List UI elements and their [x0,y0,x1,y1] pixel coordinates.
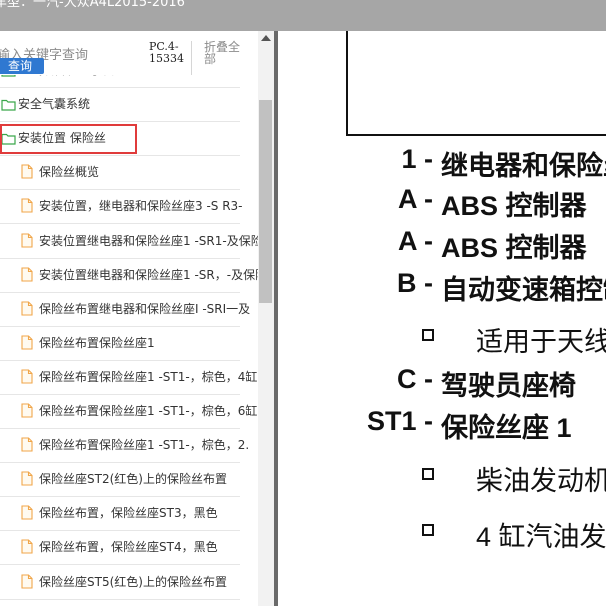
legend-text: 保险丝座 1 [441,413,572,443]
query-button[interactable]: 查询 [0,58,44,74]
legend-text: 继电器和保险丝座 [441,151,606,181]
tree-page-item[interactable]: 安装位置，继电器和保险丝座3 -S R3- [0,189,243,225]
window-title-bar: 车型：一汽-大众A4L2015-2016 [0,0,606,31]
tree-item-label: 保险丝布置继电器和保险丝座I -SRI一及 [39,301,251,316]
tree-item-label: 保险丝座ST2(红色)上的保险丝布置 [39,472,227,487]
selected-item-highlight [0,124,137,155]
legend-entry: 1 - 继电器和保险丝座 [278,144,606,181]
document-icon [21,198,33,217]
legend-text: ABS 控制器 [441,233,587,263]
legend-entry: A - ABS 控制器 [278,184,606,221]
document-icon [21,471,33,490]
tree-folder-item[interactable]: 安全气囊系统 [0,87,240,123]
document-icon [21,539,33,558]
document-icon [21,232,33,252]
tree-item-label: 保险丝概览 [39,165,100,180]
document-icon [21,573,33,593]
legend-key: C - [397,364,433,394]
sidebar-scrollbar[interactable] [258,31,274,606]
document-icon [21,403,33,422]
legend-subitem-text: 4 缸汽油发动机 [476,522,606,552]
tree-folder-item[interactable]: 电气设备和电子装置 [0,75,240,88]
doc-code: PC.4-15334 [149,40,184,65]
tree-item-label: 安装位置继电器和保险丝座1 -SR，-及保险丝 [39,267,258,282]
tree-item-label: 保险丝布置保险丝座1 -ST1-，棕色，2. [39,438,250,453]
legend-key: A - [398,184,433,214]
legend-key: B - [397,268,433,298]
legend-key: A - [398,226,433,256]
folder-icon [1,75,16,81]
document-icon [21,301,33,320]
legend-entry: A - ABS 控制器 [278,226,606,263]
tree-item-label: 保险丝布置保险丝座1 -ST1-，棕色，6缸 [39,404,258,418]
tree-page-item[interactable]: 保险丝布置保险丝座1 -ST1-，棕色，2. [0,428,249,464]
tree-page-item[interactable]: 保险丝布置保险丝座1 [0,326,240,361]
tree-item-label: 电气设备和电子装置 [18,75,126,78]
document-icon [21,335,33,354]
tree-item-label: 保险丝布置，保险丝座ST3，黑色 [39,506,218,521]
document-icon [21,267,33,286]
document-pane: 1 - 继电器和保险丝座 A - ABS 控制器 A - ABS 控制器 B - 自动变速箱控… [278,31,606,606]
legend-subitem-text: 适用于天线 [476,327,606,357]
legend-entry: ST1 - 保险丝座 1 [278,406,606,443]
square-bullet-icon [422,524,434,536]
tree-page-item[interactable]: 保险丝座ST5(红色)上的保险丝布置 [0,565,240,600]
legend-key: 1 - [401,144,433,174]
square-bullet-icon [422,468,434,480]
legend-entry: C - 驾驶员座椅 [278,364,606,401]
tree-item-label: 保险丝布置保险丝座1 -ST1-，棕色，4缸 [39,369,258,384]
document-icon [21,164,33,183]
scroll-thumb[interactable] [259,100,272,303]
square-bullet-icon [422,329,434,341]
tree-page-item[interactable]: 保险丝布置，保险丝座ST3，黑色 [0,496,240,532]
scroll-up-arrow-icon[interactable] [261,35,271,41]
tree-page-item[interactable]: 保险丝座ST2(红色)上的保险丝布置 [0,462,240,498]
tree-item-label: 保险丝布置，保险丝座ST4，黑色 [39,540,218,555]
tree-page-item[interactable]: 安装位置继电器和保险丝座1 -SR，-及保险丝 [0,258,258,293]
legend-text: ABS 控制器 [441,191,587,221]
tree-item-label: 保险丝座ST5(红色)上的保险丝布置 [39,574,227,589]
document-icon [21,505,33,524]
tree-item-label: 安全气囊系统 [18,97,91,112]
tree-page-item[interactable]: 保险丝布置保险丝座1 -ST1-，棕色，6缸 [0,394,257,429]
tree-page-item[interactable]: 保险丝布置，保险丝座ST4，黑色 [0,530,240,566]
legend-key: ST1 - [366,406,433,436]
collapse-all-button[interactable]: 折叠全部 [204,41,248,65]
document-icon [21,369,33,388]
tree-item-label: 安装位置继电器和保险丝座1 -SR1-及保险丝 [39,233,258,248]
legend-entry: B - 自动变速箱控制器 [278,268,606,305]
window-title: 车型：一汽-大众A4L2015-2016 [0,0,185,10]
document-icon [21,437,33,456]
legend-text: 驾驶员座椅 [441,371,576,401]
legend-text: 自动变速箱控制器 [441,275,606,305]
tree-view: 电气设备和电子装置安全气囊系统安装位置 保险丝保险丝概览安装位置，继电器和保险丝… [0,75,258,606]
folder-icon [1,96,16,115]
figure-frame [346,31,606,136]
tree-item-label: 安装位置，继电器和保险丝座3 -S R3- [39,199,243,214]
legend-subitem-text: 柴油发动机 [476,466,606,496]
tree-page-item[interactable]: 安装位置继电器和保险丝座1 -SR1-及保险丝 [0,224,258,259]
tree-page-item[interactable]: 保险丝布置保险丝座1 -ST1-，棕色，4缸 [0,360,257,395]
header-divider [191,41,192,75]
tree-item-label: 保险丝布置保险丝座1 [39,335,155,350]
sidebar: 输入关键字查询 查询 PC.4-15334 折叠全部 电气设备和电子装置安全气囊… [0,31,274,606]
tree-page-item[interactable]: 保险丝布置继电器和保险丝座I -SRI一及 [0,292,250,327]
tree-page-item[interactable]: 保险丝概览 [0,155,240,191]
